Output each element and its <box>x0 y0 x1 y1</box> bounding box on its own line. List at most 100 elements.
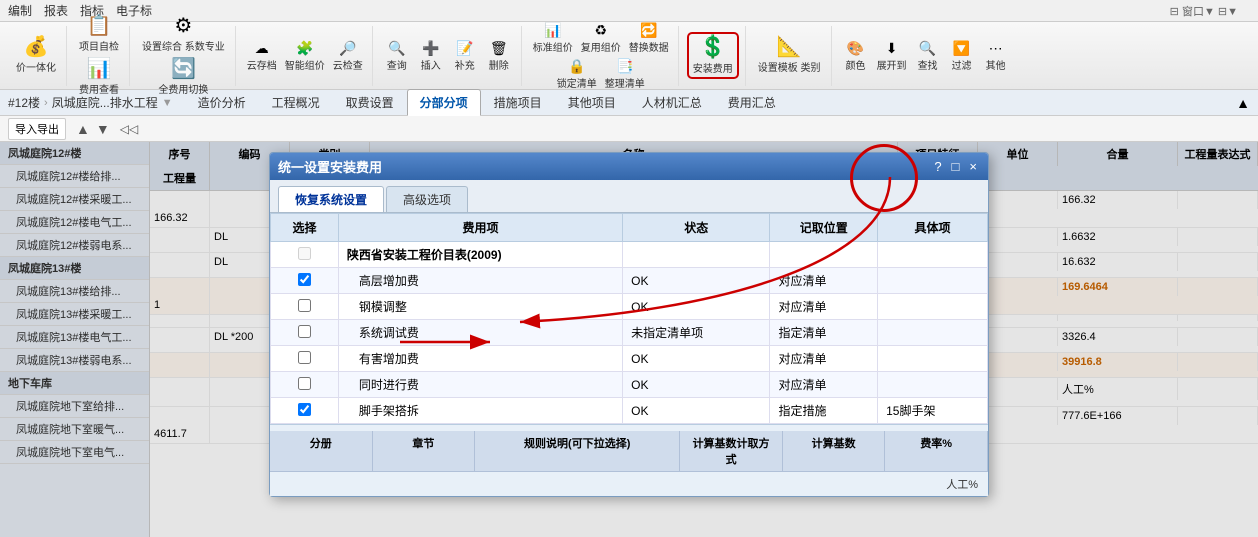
row2-checkbox[interactable] <box>298 273 311 286</box>
row6-detail <box>878 372 988 398</box>
bottom-col-rule: 规则说明(可下拉选择) <box>475 431 680 471</box>
expand-to-icon: ⬇ <box>886 40 898 57</box>
row2-check <box>271 268 339 294</box>
menu-item-edit[interactable]: 编制 <box>8 2 32 19</box>
toolbar-group-group: 📊 标准组价 ♻ 复用组价 🔁 替换数据 🔒 锁定清单 📑 整理清单 <box>524 26 679 86</box>
price-all-icon: 💰 <box>24 37 49 57</box>
toolbar-group-settings: ⚙ 设置综合 系数专业 🔄 全费用切换 <box>132 26 236 86</box>
table-row[interactable]: 系统调试费 未指定清单项 指定清单 <box>271 320 988 346</box>
table-row[interactable]: 有害增加费 OK 对应清单 <box>271 346 988 372</box>
install-fee-button[interactable]: 💲 安装费用 <box>687 32 739 79</box>
other-button[interactable]: ⋯ 其他 <box>980 39 1012 73</box>
row1-position <box>770 242 878 268</box>
breadcrumb-bar: #12楼 › 凤城庭院...排水工程 ▼ 造价分析 工程概况 取费设置 分部分项… <box>0 90 1258 116</box>
expand-icon[interactable]: ▲ <box>1236 95 1250 111</box>
project-check-button[interactable]: 📋 项目自检 <box>75 14 123 55</box>
delete-button[interactable]: 🗑 删除 <box>483 39 515 73</box>
modal-tab-advanced[interactable]: 高级选项 <box>386 186 468 212</box>
cloud-check-button[interactable]: 🔎 云检查 <box>330 39 366 73</box>
cloud-archive-button[interactable]: ☁ 云存档 <box>244 39 280 73</box>
bottom-col-calc-base: 计算基数 <box>783 431 886 471</box>
insert-button[interactable]: ➕ 插入 <box>415 39 447 73</box>
replace-data-button[interactable]: 🔁 替换数据 <box>626 21 672 55</box>
row1-status <box>623 242 770 268</box>
col-detail: 具体项 <box>878 214 988 242</box>
row6-check <box>271 372 339 398</box>
table-row[interactable]: 高层增加费 OK 对应清单 <box>271 268 988 294</box>
modal-body: 选择 费用项 状态 记取位置 具体项 陕西省 <box>270 213 988 424</box>
row5-checkbox[interactable] <box>298 351 311 364</box>
row7-position: 指定措施 <box>770 398 878 424</box>
main-area: 凤城庭院12#楼 凤城庭院12#楼给排... 凤城庭院12#楼采暖工... 凤城… <box>0 142 1258 537</box>
row3-status: OK <box>623 294 770 320</box>
col-position: 记取位置 <box>770 214 878 242</box>
supplement-button[interactable]: 📝 补充 <box>449 39 481 73</box>
color-button[interactable]: 🎨 颜色 <box>840 39 872 73</box>
install-fee-icon: 💲 <box>699 36 726 58</box>
toolbar-group-price: 💰 价一体化 <box>6 26 67 86</box>
reuse-group-button[interactable]: ♻ 复用组价 <box>578 21 624 55</box>
smart-group-button[interactable]: 🧩 智能组价 <box>282 39 328 73</box>
table-row[interactable]: 脚手架搭拆 OK 指定措施 15脚手架 <box>271 398 988 424</box>
std-group-button[interactable]: 📊 标准组价 <box>530 21 576 55</box>
modal-bottom-footer: 人工% <box>270 472 988 496</box>
cloud-archive-icon: ☁ <box>255 40 269 57</box>
breadcrumb-floor[interactable]: #12楼 <box>8 94 40 111</box>
breadcrumb-project[interactable]: 凤城庭院...排水工程 <box>52 94 158 111</box>
tab-project-overview[interactable]: 工程概况 <box>259 89 333 116</box>
tab-fee-settings[interactable]: 取费设置 <box>333 89 407 116</box>
price-all-button[interactable]: 💰 价一体化 <box>12 35 60 76</box>
modal-tab-restore[interactable]: 恢复系统设置 <box>278 186 384 212</box>
row4-position: 指定清单 <box>770 320 878 346</box>
nav-down-button[interactable]: ▼ <box>94 121 112 137</box>
row5-detail <box>878 346 988 372</box>
sort-clear-button[interactable]: 📑 整理清单 <box>602 57 648 91</box>
modal-minimize-button[interactable]: □ <box>949 159 963 174</box>
set-template-button[interactable]: 📐 设置模板 类别 <box>754 35 825 76</box>
expand-collapse-icon[interactable]: ◁◁ <box>120 122 138 136</box>
row1-checkbox[interactable] <box>298 247 311 260</box>
modal-title-controls: ? □ × <box>931 159 980 174</box>
tab-other-items[interactable]: 其他项目 <box>555 89 629 116</box>
modal-bottom: 分册 章节 规则说明(可下拉选择) 计算基数计取方式 计算基数 费率% 人工% <box>270 424 988 496</box>
settings-pro-button[interactable]: ⚙ 设置综合 系数专业 <box>138 14 229 55</box>
find-button[interactable]: 🔍 查找 <box>912 39 944 73</box>
install-fee-modal: 统一设置安装费用 ? □ × 恢复系统设置 高级选项 选择 费用项 <box>269 152 989 497</box>
filter-button[interactable]: 🔽 过滤 <box>946 39 978 73</box>
nav-up-button[interactable]: ▲ <box>74 121 92 137</box>
row4-checkbox[interactable] <box>298 325 311 338</box>
tab-labor-material[interactable]: 人材机汇总 <box>629 89 715 116</box>
col-select: 选择 <box>271 214 339 242</box>
row5-status: OK <box>623 346 770 372</box>
row6-checkbox[interactable] <box>298 377 311 390</box>
tab-division-items[interactable]: 分部分项 <box>407 89 481 116</box>
table-row[interactable]: 同时进行费 OK 对应清单 <box>271 372 988 398</box>
menu-item-report[interactable]: 报表 <box>44 2 68 19</box>
row2-detail <box>878 268 988 294</box>
lock-clear-button[interactable]: 🔒 锁定清单 <box>554 57 600 91</box>
fee-check-button[interactable]: 📊 费用查看 <box>75 57 123 98</box>
reuse-group-icon: ♻ <box>595 22 608 39</box>
expand-to-button[interactable]: ⬇ 展开到 <box>874 39 910 73</box>
query-button[interactable]: 🔍 查询 <box>381 39 413 73</box>
set-template-icon: 📐 <box>777 37 802 57</box>
row1-label: 陕西省安装工程价目表(2009) <box>338 242 622 268</box>
row3-checkbox[interactable] <box>298 299 311 312</box>
table-row[interactable]: 钢模调整 OK 对应清单 <box>271 294 988 320</box>
row2-position: 对应清单 <box>770 268 878 294</box>
modal-close-button[interactable]: × <box>966 159 980 174</box>
tab-cost-analysis[interactable]: 造价分析 <box>185 89 259 116</box>
bottom-col-volume: 分册 <box>270 431 373 471</box>
tab-measures[interactable]: 措施项目 <box>481 89 555 116</box>
query-icon: 🔍 <box>388 40 405 57</box>
row7-status: OK <box>623 398 770 424</box>
row2-label: 高层增加费 <box>338 268 622 294</box>
table-row[interactable]: 陕西省安装工程价目表(2009) <box>271 242 988 268</box>
row7-checkbox[interactable] <box>298 403 311 416</box>
col-fee-item: 费用项 <box>338 214 622 242</box>
modal-help-button[interactable]: ? <box>931 159 944 174</box>
tab-fee-summary[interactable]: 费用汇总 <box>715 89 789 116</box>
row3-check <box>271 294 339 320</box>
sort-clear-icon: 📑 <box>616 58 633 75</box>
import-export-button[interactable]: 导入导出 <box>8 118 66 140</box>
